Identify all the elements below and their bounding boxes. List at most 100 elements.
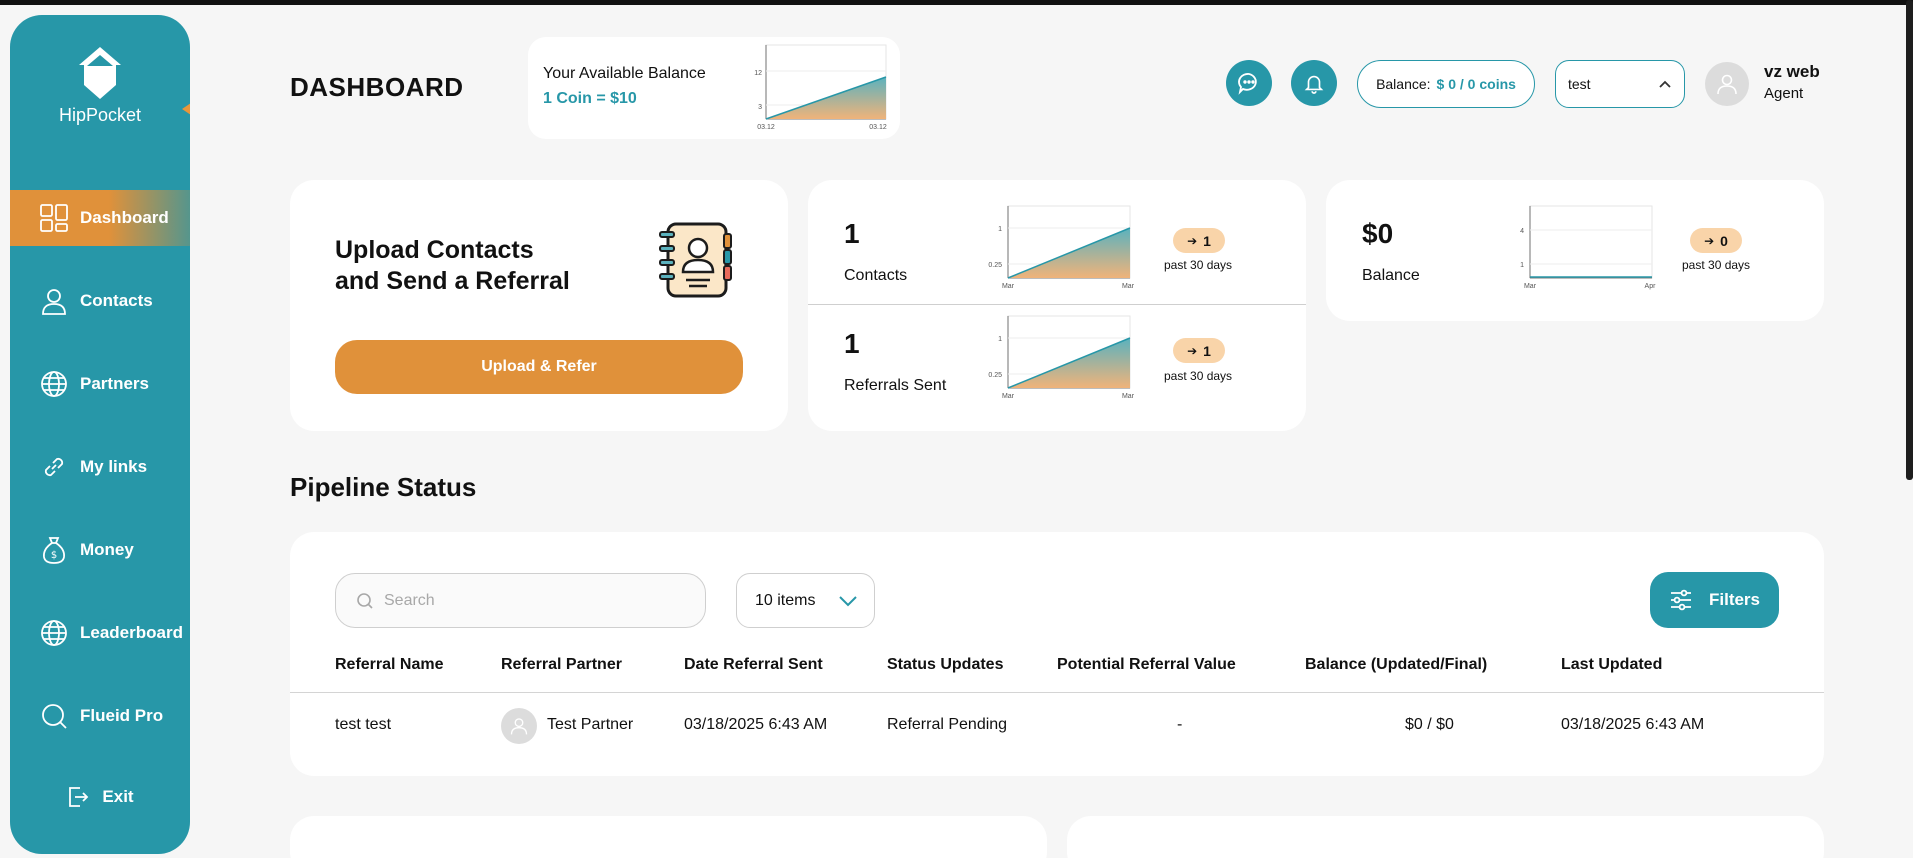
user-icon	[1717, 74, 1737, 95]
y-tick: 0.25	[988, 372, 1002, 379]
contacts-period: past 30 days	[1164, 258, 1233, 272]
balance-pill-value: $ 0 / 0 coins	[1436, 76, 1516, 92]
notifications-button[interactable]	[1291, 60, 1337, 106]
trend-value: 0	[1720, 232, 1728, 249]
trend-value: 1	[1203, 342, 1211, 359]
sidebar-item-leaderboard[interactable]: Leaderboard	[10, 605, 190, 661]
stats-divider	[808, 304, 1306, 305]
upload-title-line: and Send a Referral	[335, 267, 570, 295]
column-header[interactable]: Potential Referral Value	[1057, 656, 1236, 674]
search-placeholder: Search	[384, 591, 435, 609]
top-border	[0, 0, 1913, 5]
available-balance-card: Your Available Balance 1 Coin = $10 12 3…	[528, 37, 900, 139]
balance-card-mini-chart: 4 1 Mar Apr	[1520, 205, 1657, 290]
sidebar-item-my-links[interactable]: My links	[10, 439, 190, 495]
upload-refer-button[interactable]: Upload & Refer	[335, 340, 743, 394]
cell-potential-value: -	[1177, 716, 1183, 733]
sidebar: HipPocket Dashboard Contacts Partners My…	[10, 15, 190, 854]
contacts-mini-chart: 1 0.25 Mar Mar	[988, 205, 1135, 290]
balance-card-title: Your Available Balance	[543, 65, 706, 82]
balance-pill[interactable]: Balance: $ 0 / 0 coins	[1357, 60, 1535, 108]
balance-trend-badge: ➔ 0	[1690, 228, 1742, 253]
user-role: Agent	[1764, 85, 1804, 102]
referrals-count: 1	[844, 328, 860, 359]
column-header[interactable]: Last Updated	[1561, 656, 1662, 674]
y-tick: 0.25	[988, 262, 1002, 269]
search-icon	[38, 700, 70, 732]
balance-card: $0 Balance 4 1 Mar Apr ➔ 0 past 30 days	[1326, 180, 1824, 321]
partner-avatar	[501, 708, 537, 744]
user-name: vz web	[1764, 62, 1820, 81]
coin-rate: 1 Coin = $10	[543, 90, 637, 107]
contacts-count: 1	[844, 218, 860, 249]
cell-status: Referral Pending	[887, 716, 1008, 733]
pipeline-title: Pipeline Status	[290, 472, 477, 502]
cell-referral-name: test test	[335, 716, 392, 733]
upload-card: Upload Contacts and Send a Referral Uplo…	[290, 180, 788, 431]
arrow-right-icon: ➔	[1704, 233, 1715, 248]
column-header[interactable]: Referral Partner	[501, 656, 622, 674]
bell-icon	[1304, 75, 1324, 94]
contacts-label: Contacts	[844, 267, 908, 284]
items-per-page-select[interactable]: 10 items	[736, 573, 875, 628]
upload-title-line: Upload Contacts	[335, 236, 534, 264]
collapse-sidebar-icon[interactable]	[182, 103, 190, 115]
sidebar-item-contacts[interactable]: Contacts	[10, 273, 190, 329]
sidebar-item-label: My links	[80, 457, 148, 476]
x-tick: Mar	[1002, 283, 1015, 290]
x-tick: Mar	[1002, 393, 1015, 400]
y-tick: 4	[1520, 228, 1524, 235]
exit-button[interactable]: Exit	[10, 785, 190, 809]
account-select[interactable]: test	[1555, 60, 1685, 108]
logo[interactable]: HipPocket	[10, 45, 190, 126]
y-tick: 1	[998, 336, 1002, 343]
balance-value: $0	[1362, 218, 1394, 249]
dashboard-icon	[38, 202, 70, 234]
cell-last-updated: 03/18/2025 6:43 AM	[1561, 716, 1705, 733]
messages-button[interactable]	[1226, 60, 1272, 106]
search-icon	[356, 592, 374, 610]
balance-label: Balance	[1362, 267, 1420, 284]
chevron-down-icon	[839, 595, 857, 606]
house-logo-icon	[79, 47, 121, 99]
x-tick: Mar	[1122, 283, 1135, 290]
bottom-card-right	[1067, 816, 1824, 858]
cell-referral-partner: Test Partner	[547, 716, 634, 733]
sidebar-item-flueid-pro[interactable]: Flueid Pro	[10, 688, 190, 744]
sidebar-item-money[interactable]: $ Money	[10, 522, 190, 578]
x-tick: Mar	[1122, 393, 1135, 400]
money-bag-icon: $	[38, 534, 70, 566]
sidebar-item-label: Money	[80, 540, 134, 559]
sidebar-item-dashboard[interactable]: Dashboard	[10, 190, 190, 246]
column-header[interactable]: Date Referral Sent	[684, 656, 823, 674]
scrollbar[interactable]	[1906, 0, 1913, 480]
y-tick: 1	[998, 226, 1002, 233]
referrals-label: Referrals Sent	[844, 377, 947, 394]
balance-period: past 30 days	[1682, 258, 1751, 272]
logo-text: HipPocket	[58, 105, 142, 125]
cell-balance: $0 / $0	[1405, 716, 1454, 733]
sidebar-item-label: Contacts	[80, 291, 153, 310]
arrow-right-icon: ➔	[1187, 343, 1198, 358]
user-icon	[38, 285, 70, 317]
column-header[interactable]: Referral Name	[335, 656, 444, 674]
arrow-right-icon: ➔	[1187, 233, 1198, 248]
sidebar-item-label: Partners	[80, 374, 149, 393]
x-tick: 03.12	[757, 124, 775, 131]
filters-button[interactable]: Filters	[1650, 572, 1779, 628]
referrals-trend-badge: ➔ 1	[1173, 338, 1225, 363]
bottom-card-left	[290, 816, 1047, 858]
column-header[interactable]: Balance (Updated/Final)	[1305, 656, 1487, 674]
globe-icon	[38, 368, 70, 400]
search-input[interactable]: Search	[335, 573, 706, 628]
items-select-value: 10 items	[755, 591, 816, 609]
sidebar-item-partners[interactable]: Partners	[10, 356, 190, 412]
contacts-trend-badge: ➔ 1	[1173, 228, 1225, 253]
column-header[interactable]: Status Updates	[887, 656, 1003, 674]
exit-label: Exit	[102, 787, 134, 806]
user-icon	[510, 718, 528, 735]
x-tick: Apr	[1645, 283, 1657, 290]
exit-icon	[66, 785, 90, 809]
avatar[interactable]	[1705, 62, 1749, 106]
chat-icon	[1238, 73, 1257, 95]
